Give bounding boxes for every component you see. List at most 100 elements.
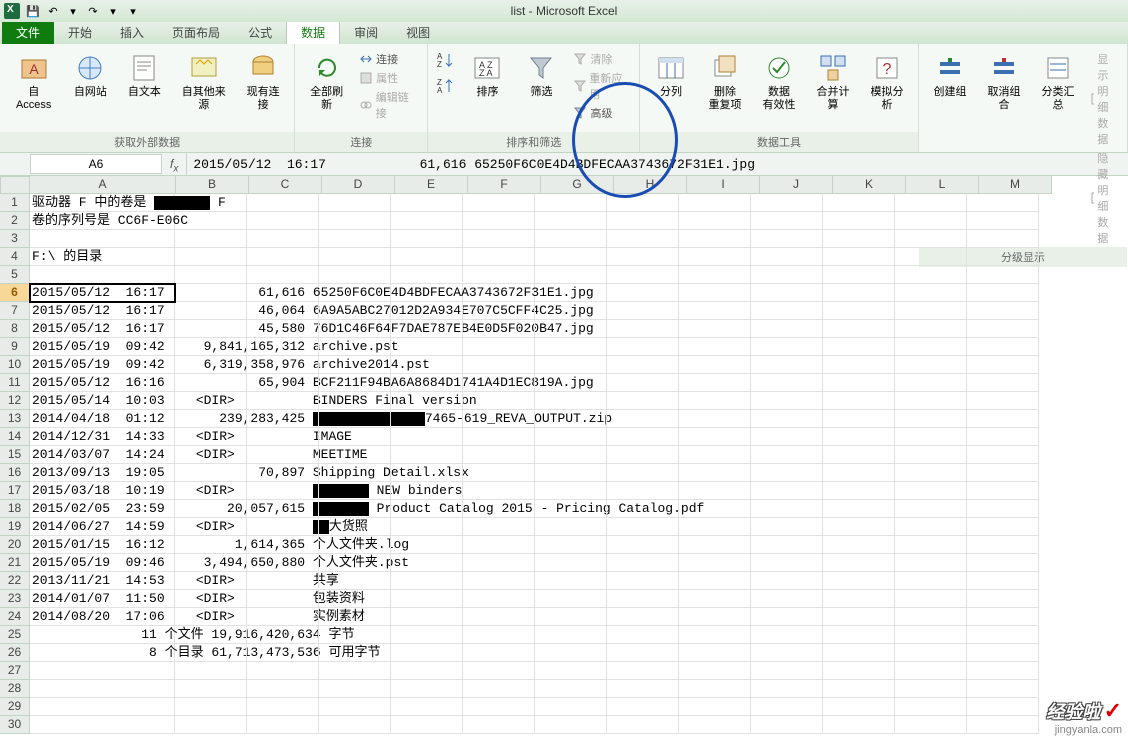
filter-button[interactable]: 筛选 <box>516 50 566 101</box>
cell[interactable] <box>823 536 895 554</box>
cell[interactable] <box>751 590 823 608</box>
cell[interactable] <box>535 680 607 698</box>
cell[interactable] <box>607 608 679 626</box>
cell[interactable] <box>967 626 1039 644</box>
cell[interactable] <box>751 698 823 716</box>
cell[interactable] <box>175 680 247 698</box>
from-other-button[interactable]: 自其他来源 <box>173 50 234 114</box>
cell[interactable] <box>247 554 319 572</box>
cell[interactable] <box>823 248 895 266</box>
cell[interactable] <box>319 428 391 446</box>
cell[interactable] <box>823 302 895 320</box>
tab-file[interactable]: 文件 <box>2 21 54 44</box>
cell[interactable] <box>319 662 391 680</box>
cell[interactable] <box>895 302 967 320</box>
cell[interactable] <box>679 554 751 572</box>
cell[interactable] <box>391 266 463 284</box>
sort-asc-button[interactable]: AZ <box>434 50 458 70</box>
cell[interactable] <box>463 374 535 392</box>
existing-conn-button[interactable]: 现有连接 <box>238 50 288 114</box>
cell[interactable] <box>175 230 247 248</box>
cell[interactable] <box>535 302 607 320</box>
row-header[interactable]: 20 <box>0 536 30 554</box>
cell[interactable] <box>319 212 391 230</box>
cell[interactable] <box>247 608 319 626</box>
cell[interactable] <box>751 338 823 356</box>
cell[interactable] <box>247 248 319 266</box>
cell[interactable] <box>175 392 247 410</box>
cell[interactable] <box>679 374 751 392</box>
column-header-M[interactable]: M <box>979 176 1052 194</box>
cell[interactable] <box>247 428 319 446</box>
name-box[interactable]: A6 <box>30 154 162 174</box>
cell[interactable]: 2014/01/07 11:50 <DIR> 包装资料 <box>30 590 175 608</box>
cell[interactable] <box>391 338 463 356</box>
cell[interactable] <box>823 374 895 392</box>
cell[interactable] <box>679 248 751 266</box>
column-header-C[interactable]: C <box>249 176 322 194</box>
cell[interactable] <box>823 320 895 338</box>
cell[interactable] <box>391 212 463 230</box>
cell[interactable]: 2014/06/27 14:59 <DIR> 大货照 <box>30 518 175 536</box>
cell[interactable] <box>751 716 823 734</box>
row-header[interactable]: 14 <box>0 428 30 446</box>
sort-button[interactable]: A ZZ A排序 <box>462 50 512 101</box>
cell[interactable] <box>175 302 247 320</box>
row-header[interactable]: 25 <box>0 626 30 644</box>
cell[interactable] <box>535 248 607 266</box>
cell[interactable]: 2014/12/31 14:33 <DIR> IMAGE <box>30 428 175 446</box>
cell[interactable] <box>463 608 535 626</box>
cell[interactable] <box>30 698 175 716</box>
cell[interactable] <box>463 248 535 266</box>
cell[interactable] <box>823 644 895 662</box>
row-header[interactable]: 2 <box>0 212 30 230</box>
cell[interactable] <box>463 554 535 572</box>
cell[interactable] <box>823 230 895 248</box>
cell[interactable] <box>679 356 751 374</box>
cell[interactable] <box>391 536 463 554</box>
cell[interactable] <box>967 590 1039 608</box>
row-header[interactable]: 18 <box>0 500 30 518</box>
cell[interactable] <box>967 644 1039 662</box>
cell[interactable] <box>751 212 823 230</box>
cell[interactable] <box>175 212 247 230</box>
cell[interactable] <box>175 572 247 590</box>
row-header[interactable]: 7 <box>0 302 30 320</box>
cell[interactable] <box>535 518 607 536</box>
cell[interactable] <box>247 572 319 590</box>
cell[interactable] <box>175 446 247 464</box>
cell[interactable] <box>679 194 751 212</box>
cell[interactable] <box>967 482 1039 500</box>
cell[interactable] <box>607 284 679 302</box>
cell[interactable] <box>823 662 895 680</box>
cell[interactable] <box>175 356 247 374</box>
cell[interactable] <box>175 518 247 536</box>
cell[interactable] <box>967 410 1039 428</box>
cell[interactable] <box>679 536 751 554</box>
cell[interactable] <box>895 518 967 536</box>
cell[interactable] <box>247 698 319 716</box>
cell[interactable] <box>823 284 895 302</box>
cell[interactable] <box>895 716 967 734</box>
cell[interactable] <box>607 464 679 482</box>
cell[interactable] <box>895 626 967 644</box>
row-header[interactable]: 24 <box>0 608 30 626</box>
cell[interactable] <box>535 626 607 644</box>
cell[interactable] <box>535 716 607 734</box>
row-header[interactable]: 6 <box>0 284 30 302</box>
cell[interactable] <box>247 500 319 518</box>
cell[interactable] <box>391 626 463 644</box>
cell[interactable] <box>967 194 1039 212</box>
cell[interactable] <box>751 428 823 446</box>
cell[interactable] <box>967 554 1039 572</box>
cell[interactable] <box>535 230 607 248</box>
cell[interactable] <box>247 482 319 500</box>
cell[interactable] <box>391 302 463 320</box>
cell[interactable] <box>391 356 463 374</box>
cell[interactable]: 2015/05/12 16:16 65,904 BCF211F94BA6A868… <box>30 374 175 392</box>
whatif-button[interactable]: ?模拟分析 <box>862 50 912 114</box>
row-header[interactable]: 26 <box>0 644 30 662</box>
cell[interactable] <box>751 284 823 302</box>
row-header[interactable]: 16 <box>0 464 30 482</box>
cell[interactable] <box>391 554 463 572</box>
